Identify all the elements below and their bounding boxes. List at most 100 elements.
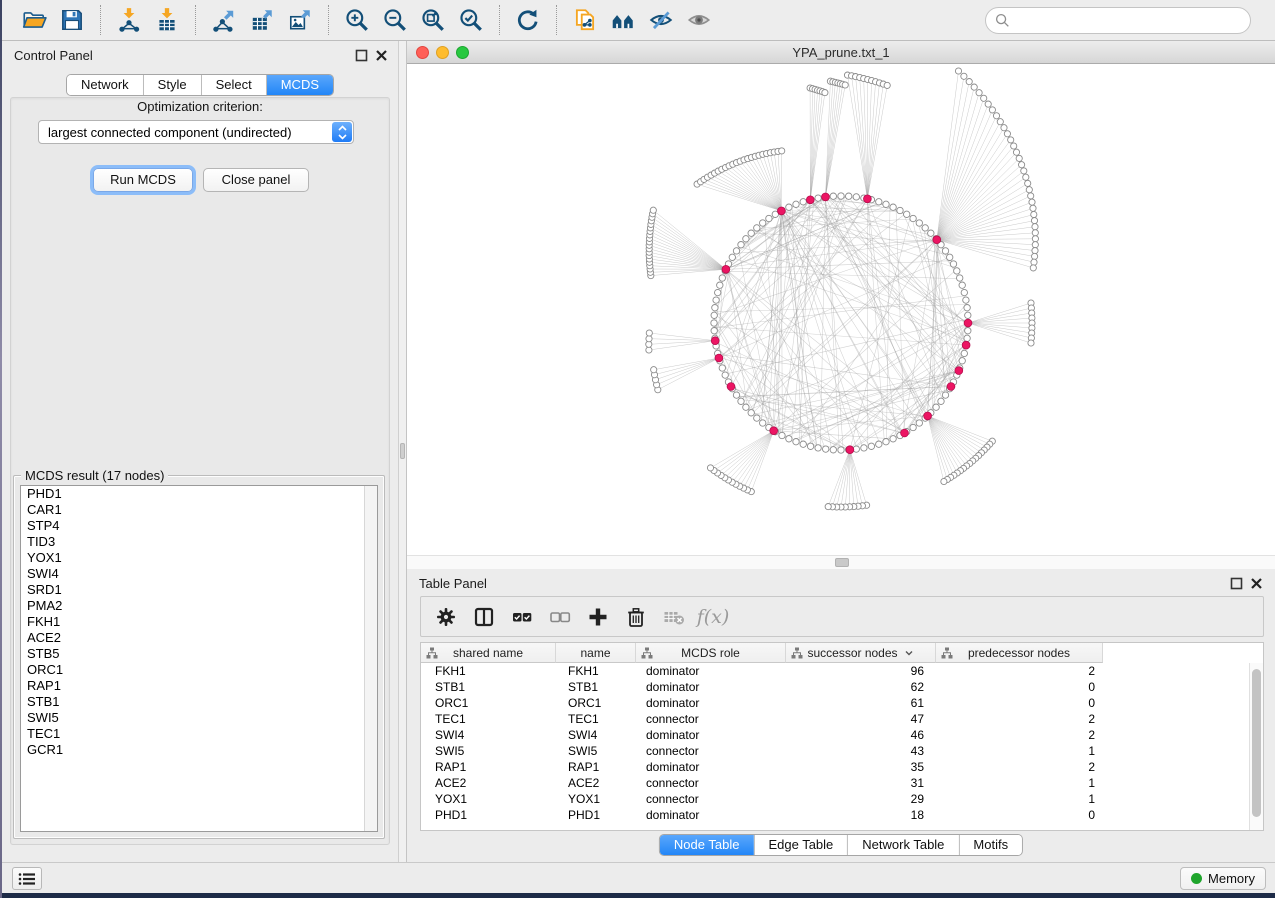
table-panel-header: Table Panel xyxy=(407,569,1275,597)
table-cell: 2 xyxy=(936,759,1103,775)
mcds-result-item[interactable]: PMA2 xyxy=(21,598,377,614)
column-header-predecessor-nodes[interactable]: predecessor nodes xyxy=(936,643,1103,663)
function-builder-button[interactable]: f(x) xyxy=(695,601,729,633)
close-panel-button[interactable]: Close panel xyxy=(203,168,309,192)
mcds-result-item[interactable]: STB1 xyxy=(21,694,377,710)
network-window: YPA_prune.txt_1 xyxy=(407,41,1275,569)
column-header-successor-nodes[interactable]: successor nodes xyxy=(786,643,936,663)
mcds-result-item[interactable]: TEC1 xyxy=(21,726,377,742)
mcds-result-item[interactable]: STB5 xyxy=(21,646,377,662)
vscrollbar-thumb[interactable] xyxy=(1252,669,1261,817)
task-history-button[interactable] xyxy=(12,867,42,890)
mcds-result-item[interactable]: CAR1 xyxy=(21,502,377,518)
create-column-button[interactable] xyxy=(581,601,615,633)
zoom-selected-button[interactable] xyxy=(452,4,490,36)
search-input[interactable] xyxy=(1016,11,1250,31)
table-row[interactable]: PHD1PHD1dominator180 xyxy=(421,807,1103,823)
table-row[interactable]: SWI4SWI4dominator462 xyxy=(421,727,1103,743)
tab-network-table[interactable]: Network Table xyxy=(847,835,958,855)
table-vertical-scrollbar[interactable] xyxy=(1249,663,1263,830)
table-row[interactable]: SWI5SWI5connector431 xyxy=(421,743,1103,759)
import-network-button[interactable] xyxy=(110,4,148,36)
mcds-result-item[interactable]: FKH1 xyxy=(21,614,377,630)
tab-edge-table[interactable]: Edge Table xyxy=(753,835,847,855)
refresh-button[interactable] xyxy=(509,4,547,36)
first-neighbors-button[interactable] xyxy=(604,4,642,36)
memory-button[interactable]: Memory xyxy=(1180,867,1266,890)
tab-network[interactable]: Network xyxy=(67,75,143,95)
optimization-criterion-dropdown[interactable]: largest connected component (undirected) xyxy=(38,120,354,144)
mcds-result-item[interactable]: PHD1 xyxy=(21,486,377,502)
table-cell: 29 xyxy=(786,791,936,807)
mcds-result-item[interactable]: SWI4 xyxy=(21,566,377,582)
export-table-button[interactable] xyxy=(243,4,281,36)
mcds-result-item[interactable]: YOX1 xyxy=(21,550,377,566)
column-header-name[interactable]: name xyxy=(556,643,636,663)
panel-divider[interactable] xyxy=(398,41,407,862)
delete-table-button[interactable] xyxy=(657,601,691,633)
table-cell: dominator xyxy=(636,759,786,775)
open-session-button[interactable] xyxy=(15,4,53,36)
network-horizontal-scrollbar[interactable] xyxy=(407,555,1275,569)
show-columns-button[interactable] xyxy=(467,601,501,633)
tab-mcds[interactable]: MCDS xyxy=(266,75,333,95)
column-header-MCDS-role[interactable]: MCDS role xyxy=(636,643,786,663)
zoom-in-button[interactable] xyxy=(338,4,376,36)
table-cell: 62 xyxy=(786,679,936,695)
mcds-result-item[interactable]: ACE2 xyxy=(21,630,377,646)
network-window-titlebar[interactable]: YPA_prune.txt_1 xyxy=(407,41,1275,64)
deselect-all-columns-button[interactable] xyxy=(543,601,577,633)
table-row[interactable]: ACE2ACE2connector311 xyxy=(421,775,1103,791)
table-row[interactable]: RAP1RAP1dominator352 xyxy=(421,759,1103,775)
mcds-result-item[interactable]: SRD1 xyxy=(21,582,377,598)
delete-column-button[interactable] xyxy=(619,601,653,633)
mcds-result-item[interactable]: SWI5 xyxy=(21,710,377,726)
tab-node-table[interactable]: Node Table xyxy=(660,835,754,855)
table-cell: ORC1 xyxy=(556,695,636,711)
zoom-fit-button[interactable] xyxy=(414,4,452,36)
tab-select[interactable]: Select xyxy=(201,75,266,95)
mcds-list-scrollbar[interactable] xyxy=(364,486,377,831)
zoom-out-button[interactable] xyxy=(376,4,414,36)
table-cell: dominator xyxy=(636,807,786,823)
table-row[interactable]: STB1STB1dominator620 xyxy=(421,679,1103,695)
table-row[interactable]: TEC1TEC1connector472 xyxy=(421,711,1103,727)
mcds-result-item[interactable]: GCR1 xyxy=(21,742,377,758)
unchecked-boxes-icon xyxy=(548,605,572,629)
close-panel-icon[interactable] xyxy=(375,49,388,62)
table-settings-button[interactable] xyxy=(429,601,463,633)
export-network-button[interactable] xyxy=(205,4,243,36)
table-row[interactable]: FKH1FKH1dominator962 xyxy=(421,663,1103,679)
table-row[interactable]: YOX1YOX1connector291 xyxy=(421,791,1103,807)
mcds-result-list[interactable]: PHD1CAR1STP4TID3YOX1SWI4SRD1PMA2FKH1ACE2… xyxy=(20,485,378,832)
table-cell: PHD1 xyxy=(556,807,636,823)
close-panel-icon[interactable] xyxy=(1250,577,1263,590)
mcds-result-item[interactable]: RAP1 xyxy=(21,678,377,694)
search-field[interactable] xyxy=(985,7,1251,34)
import-network-icon xyxy=(116,7,142,33)
hscrollbar-thumb[interactable] xyxy=(835,558,849,567)
export-image-button[interactable] xyxy=(281,4,319,36)
tab-motifs[interactable]: Motifs xyxy=(958,835,1022,855)
mcds-result-item[interactable]: TID3 xyxy=(21,534,377,550)
mcds-result-item[interactable]: STP4 xyxy=(21,518,377,534)
hide-selected-button[interactable] xyxy=(642,4,680,36)
table-cell: 61 xyxy=(786,695,936,711)
mcds-result-item[interactable]: ORC1 xyxy=(21,662,377,678)
float-panel-icon[interactable] xyxy=(355,49,368,62)
network-graph[interactable] xyxy=(407,64,1275,555)
show-all-button[interactable] xyxy=(680,4,718,36)
divider-handle[interactable] xyxy=(400,443,405,459)
select-all-columns-button[interactable] xyxy=(505,601,539,633)
run-mcds-button[interactable]: Run MCDS xyxy=(93,168,193,192)
export-image-icon xyxy=(287,7,313,33)
tab-style[interactable]: Style xyxy=(143,75,201,95)
column-header-shared-name[interactable]: shared name xyxy=(421,643,556,663)
import-table-button[interactable] xyxy=(148,4,186,36)
network-canvas[interactable] xyxy=(407,64,1275,555)
table-cell: RAP1 xyxy=(421,759,556,775)
table-row[interactable]: ORC1ORC1dominator610 xyxy=(421,695,1103,711)
float-panel-icon[interactable] xyxy=(1230,577,1243,590)
new-network-from-selection-button[interactable] xyxy=(566,4,604,36)
save-session-button[interactable] xyxy=(53,4,91,36)
